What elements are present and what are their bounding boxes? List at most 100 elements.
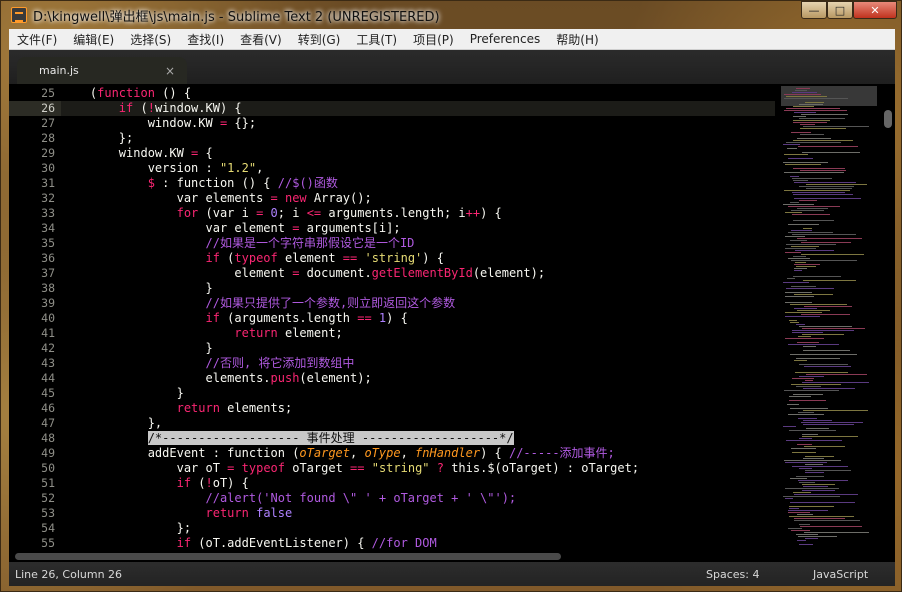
code-line: //如果只提供了一个参数,则立即返回这个参数 (205, 296, 456, 310)
vertical-scrollbar[interactable] (881, 84, 895, 550)
menu-edit[interactable]: 编辑(E) (65, 31, 122, 48)
line-number: 34 (41, 221, 55, 235)
minimap-code-line (785, 292, 812, 293)
minimap-code-line (791, 286, 816, 287)
vertical-scroll-thumb[interactable] (884, 110, 892, 128)
minimap-code-line (801, 242, 851, 243)
menu-view[interactable]: 查看(V) (232, 31, 290, 48)
minimap-code-line (794, 264, 820, 265)
menu-goto[interactable]: 转到(G) (290, 31, 349, 48)
minimap-code-line (793, 256, 806, 257)
minimap-code-line (799, 468, 812, 469)
minimap-code-line (797, 208, 828, 209)
minimap-code-line (792, 330, 854, 331)
code-line: version : "1.2", (61, 161, 264, 175)
line-number: 26 (9, 101, 61, 116)
code-line: }; (61, 521, 192, 535)
minimap-code-line (805, 456, 834, 457)
tab-bar: main.js × (9, 50, 895, 84)
menu-selection[interactable]: 选择(S) (122, 31, 179, 48)
minimap-code-line (788, 258, 810, 259)
minimap-code-line (789, 506, 834, 507)
line-number: 35 (41, 236, 55, 250)
minimap-code-line (799, 364, 848, 365)
minimap-code-line (799, 326, 852, 327)
code-line: //否则, 将它添加到数组中 (205, 356, 355, 370)
minimap-code-line (803, 388, 855, 389)
minimap-code-line (785, 498, 793, 499)
minimap-code-line (785, 164, 821, 165)
minimap-code-line (791, 448, 816, 449)
menu-help[interactable]: 帮助(H) (548, 31, 606, 48)
code-editor[interactable]: 25 26 27 28 29 30 31 32 33 34 35 36 37 38 39 40 41 42 43 44… (9, 84, 895, 550)
tab-main-js[interactable]: main.js × (17, 57, 187, 84)
line-number: 30 (41, 161, 55, 175)
menu-find[interactable]: 查找(I) (179, 31, 232, 48)
minimap-code-line (799, 376, 824, 377)
line-number: 46 (41, 401, 55, 415)
minimap-code-line (798, 536, 837, 537)
code-line: (function () { (61, 86, 192, 100)
code-line: return false (205, 506, 293, 520)
code-area[interactable]: (function () { if (!window.KW) { window.… (61, 86, 775, 550)
line-number: 47 (41, 416, 55, 430)
minimap[interactable] (779, 84, 879, 550)
minimap-code-line (799, 544, 813, 545)
line-number: 33 (41, 206, 55, 220)
minimap-code-line (795, 90, 807, 91)
minimap-code-line (787, 278, 795, 279)
syntax-setting[interactable]: JavaScript (813, 568, 868, 581)
minimap-code-line (794, 198, 861, 199)
minimap-code-line (799, 438, 812, 439)
minimap-code-line (796, 386, 821, 387)
line-number: 49 (41, 446, 55, 460)
minimap-code-line (800, 124, 815, 125)
minimap-code-line (799, 524, 810, 525)
minimap-code-line (794, 494, 858, 495)
menu-file[interactable]: 文件(F) (9, 31, 65, 48)
minimap-code-line (793, 180, 808, 181)
close-button[interactable]: ✕ (853, 1, 897, 19)
menu-preferences[interactable]: Preferences (462, 32, 549, 46)
code-line: addEvent : function (oTarget, oType, fnH… (61, 446, 615, 460)
indentation-setting[interactable]: Spaces: 4 (706, 568, 759, 581)
minimap-code-line (794, 268, 807, 269)
line-number: 45 (41, 386, 55, 400)
minimap-code-line (783, 282, 809, 283)
minimap-code-line (792, 92, 817, 93)
horizontal-scrollbar[interactable] (9, 550, 895, 562)
code-line: if (!oT) { (176, 476, 249, 490)
minimap-code-line (802, 484, 835, 485)
minimap-code-line (784, 172, 844, 173)
line-number: 39 (41, 296, 55, 310)
menu-bar: 文件(F) 编辑(E) 选择(S) 查找(I) 查看(V) 转到(G) 工具(T… (9, 29, 895, 50)
minimap-code-line (784, 94, 821, 95)
code-line: }, (61, 416, 163, 430)
minimap-code-line (791, 132, 811, 133)
horizontal-scroll-thumb[interactable] (15, 553, 561, 560)
minimap-code-line (797, 310, 830, 311)
minimize-button[interactable]: — (801, 1, 827, 19)
minimap-code-line (789, 516, 854, 517)
minimap-code-line (785, 488, 839, 489)
minimap-code-line (783, 162, 828, 163)
tab-close-icon[interactable]: × (165, 64, 175, 78)
code-line: }; (61, 131, 134, 145)
minimap-code-line (797, 540, 806, 541)
minimap-code-line (788, 512, 810, 513)
minimap-code-line (790, 322, 799, 323)
menu-project[interactable]: 项目(P) (405, 31, 462, 48)
minimap-code-line (798, 146, 858, 147)
code-line: for (var i = 0; i <= arguments.length; i… (176, 206, 502, 220)
minimap-code-line (794, 182, 856, 183)
minimap-code-line (790, 176, 799, 177)
minimap-code-line (789, 508, 799, 509)
code-line: return element; (234, 326, 343, 340)
menu-tools[interactable]: 工具(T) (348, 31, 405, 48)
minimap-code-line (797, 238, 862, 239)
line-number: 53 (41, 506, 55, 520)
minimap-code-line (783, 496, 840, 497)
maximize-button[interactable]: □ (827, 1, 853, 19)
tab-label: main.js (39, 64, 79, 77)
line-number: 36 (41, 251, 55, 265)
